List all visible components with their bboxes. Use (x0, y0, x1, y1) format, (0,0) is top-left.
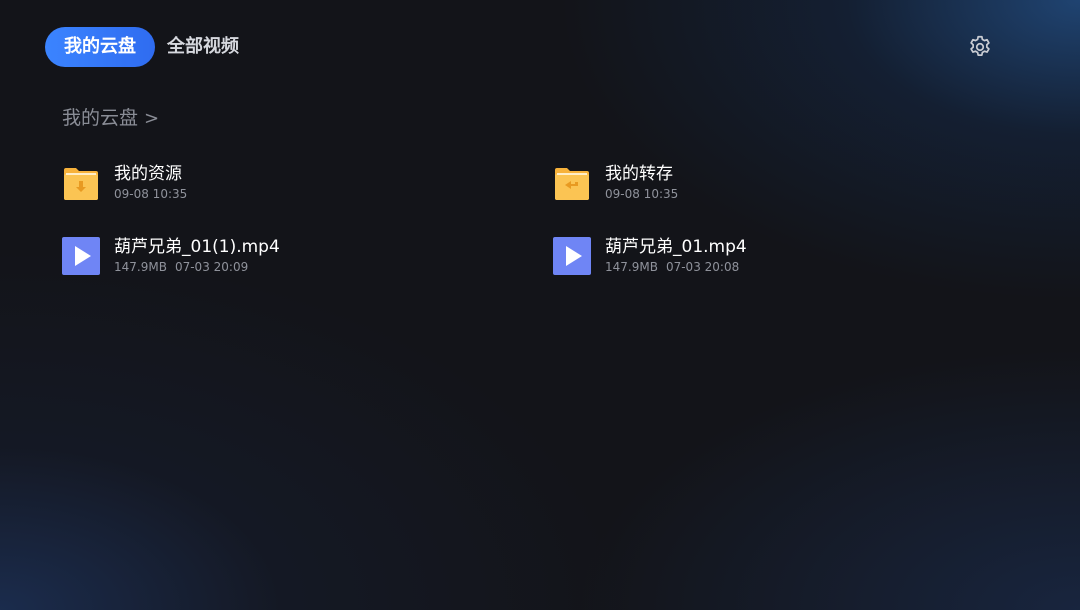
file-time: 09-08 10:35 (114, 187, 188, 201)
file-time: 07-03 20:08 (665, 260, 740, 274)
file-time: 07-03 20:09 (174, 260, 249, 274)
video-play-icon (62, 237, 100, 275)
tab-my-cloud[interactable]: 我的云盘 (45, 27, 155, 67)
file-item-folder-transfer[interactable]: 我的转存 09-08 10:35 (553, 161, 678, 205)
file-meta: 147.9MB 07-03 20:09 (114, 258, 280, 276)
breadcrumb-separator: > (144, 108, 160, 129)
file-item-video-2[interactable]: 葫芦兄弟_01.mp4 147.9MB 07-03 20:08 (553, 234, 747, 278)
folder-transfer-icon (553, 164, 591, 202)
file-name: 葫芦兄弟_01(1).mp4 (114, 237, 280, 257)
file-item-video-1[interactable]: 葫芦兄弟_01(1).mp4 147.9MB 07-03 20:09 (62, 234, 280, 278)
file-time: 09-08 10:35 (605, 187, 679, 201)
tab-all-videos[interactable]: 全部视频 (155, 27, 251, 67)
file-name: 我的资源 (114, 164, 182, 184)
folder-download-icon (62, 164, 100, 202)
file-meta: 09-08 10:35 (114, 185, 187, 203)
file-name: 葫芦兄弟_01.mp4 (605, 237, 747, 257)
file-name: 我的转存 (605, 164, 673, 184)
file-item-folder-resources[interactable]: 我的资源 09-08 10:35 (62, 161, 187, 205)
breadcrumb[interactable]: 我的云盘 > (62, 103, 159, 130)
gear-icon[interactable] (967, 34, 993, 60)
top-tabs: 我的云盘 全部视频 (45, 27, 251, 67)
breadcrumb-label: 我的云盘 (62, 107, 139, 129)
file-size: 147.9MB (114, 260, 167, 274)
file-size: 147.9MB (605, 260, 658, 274)
file-meta: 09-08 10:35 (605, 185, 678, 203)
file-meta: 147.9MB 07-03 20:08 (605, 258, 747, 276)
video-play-icon (553, 237, 591, 275)
